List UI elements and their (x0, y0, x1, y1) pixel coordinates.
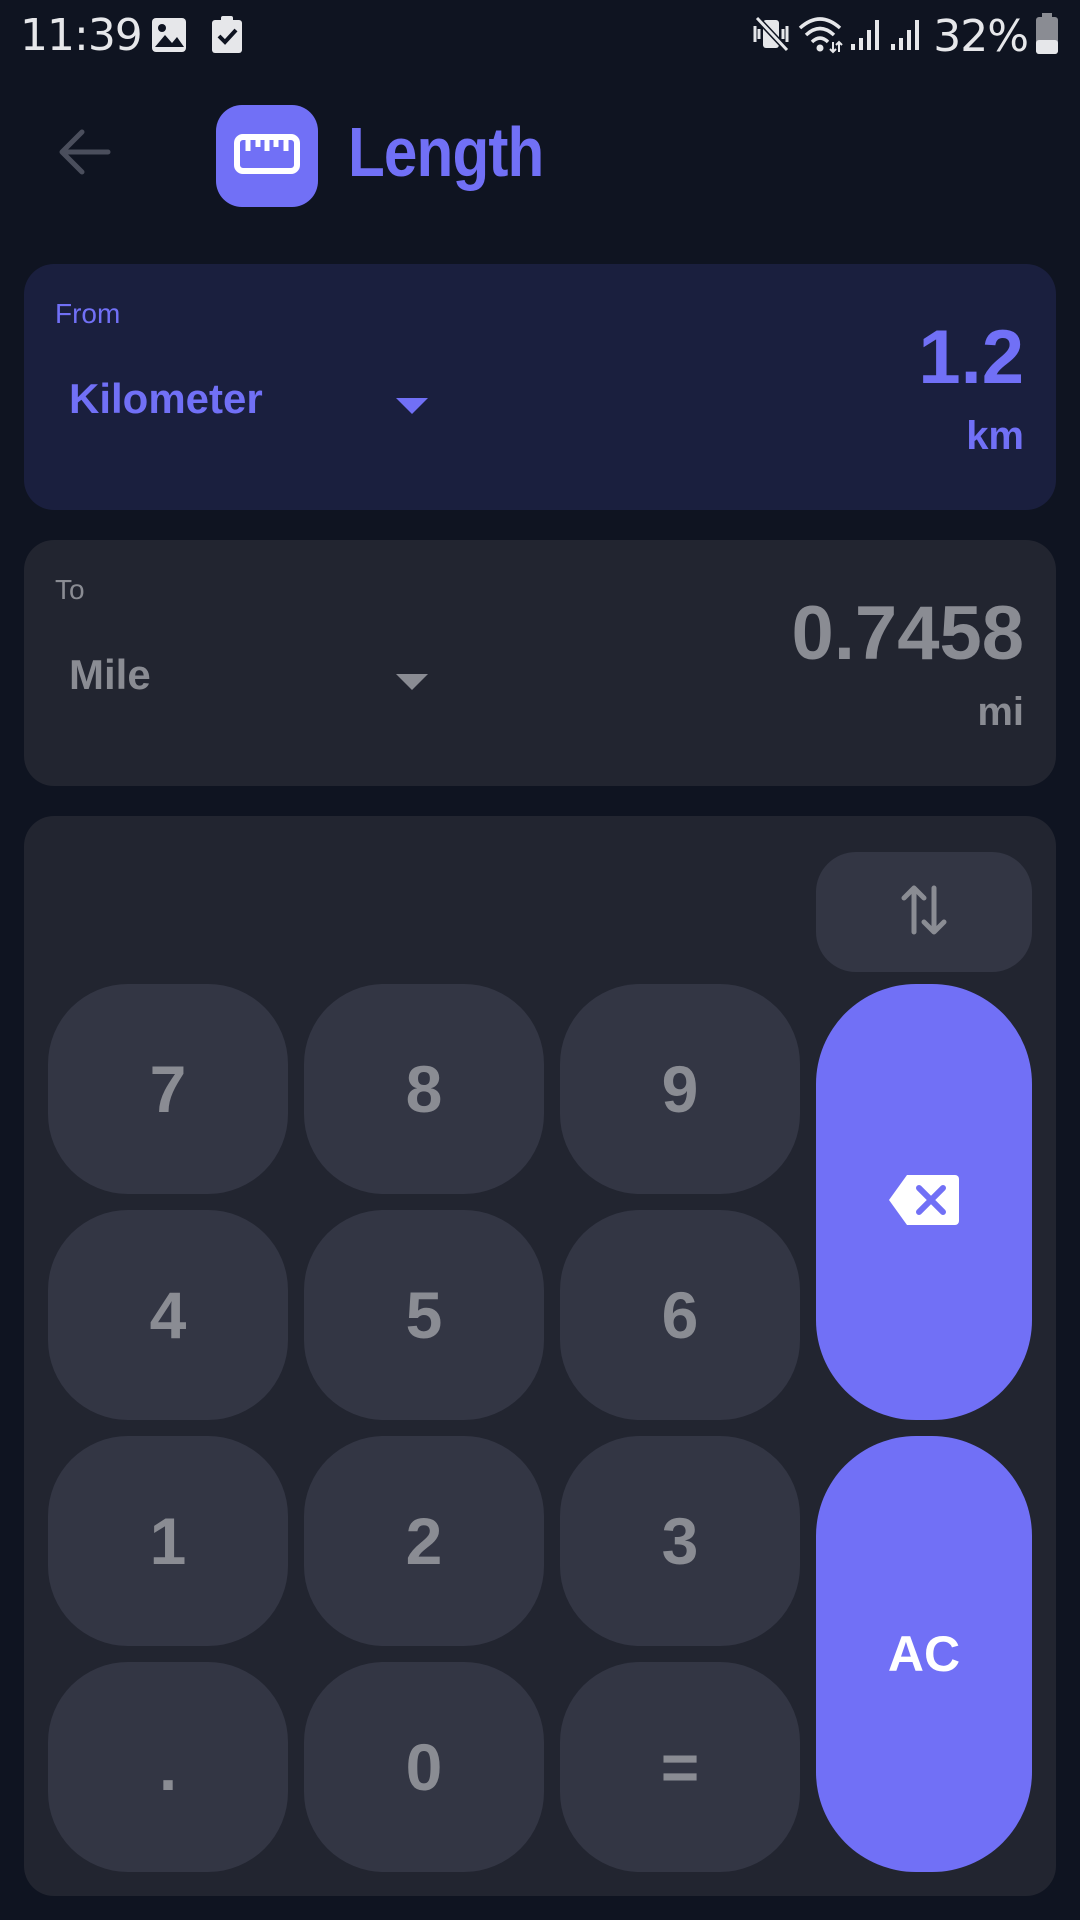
key-5[interactable]: 5 (304, 1210, 544, 1420)
to-unit-abbr: mi (977, 690, 1024, 734)
battery-icon (1034, 12, 1060, 61)
status-time: 11:39 (20, 10, 143, 61)
key-decimal[interactable]: . (48, 1662, 288, 1872)
arrow-left-icon (56, 127, 112, 182)
key-0[interactable]: 0 (304, 1662, 544, 1872)
to-card[interactable]: To Mile 0.7458 mi (24, 540, 1056, 786)
from-value: 1.2 (918, 315, 1024, 400)
vibrate-mute-icon (751, 14, 791, 59)
key-3[interactable]: 3 (560, 1436, 800, 1646)
wifi-icon (797, 14, 843, 59)
app-bar: Length (0, 90, 1080, 220)
page-title: Length (348, 113, 544, 191)
from-card[interactable]: From Kilometer 1.2 km (24, 264, 1056, 510)
to-value: 0.7458 (791, 591, 1024, 676)
from-unit-abbr: km (966, 414, 1024, 458)
key-9[interactable]: 9 (560, 984, 800, 1194)
key-2[interactable]: 2 (304, 1436, 544, 1646)
from-unit-name: Kilometer (69, 375, 263, 422)
battery-percentage: 32% (933, 10, 1029, 62)
chevron-down-icon[interactable] (396, 398, 428, 414)
to-label: To (55, 574, 85, 605)
back-button[interactable] (50, 120, 118, 188)
chevron-down-icon[interactable] (396, 674, 428, 690)
key-4[interactable]: 4 (48, 1210, 288, 1420)
signal-icon-1 (849, 14, 883, 59)
status-right-group: 32% (751, 10, 1060, 62)
from-label: From (55, 298, 121, 329)
task-notification-icon (211, 16, 243, 54)
swap-units-button[interactable] (816, 852, 1032, 972)
to-unit-name: Mile (69, 651, 151, 698)
signal-icon-2 (889, 14, 923, 59)
key-7[interactable]: 7 (48, 984, 288, 1194)
clear-all-button[interactable]: AC (816, 1436, 1032, 1872)
key-8[interactable]: 8 (304, 984, 544, 1194)
keypad: 7 8 9 4 5 6 1 2 3 . 0 = AC (24, 816, 1056, 1896)
key-equals[interactable]: = (560, 1662, 800, 1872)
ruler-icon (234, 133, 300, 179)
backspace-button[interactable] (816, 984, 1032, 1420)
status-bar: 11:39 32% (0, 0, 1080, 72)
key-1[interactable]: 1 (48, 1436, 288, 1646)
backspace-icon (887, 1173, 961, 1232)
swap-vertical-icon (900, 882, 948, 943)
key-6[interactable]: 6 (560, 1210, 800, 1420)
title-icon-badge (216, 105, 318, 207)
gallery-notification-icon (150, 16, 188, 54)
